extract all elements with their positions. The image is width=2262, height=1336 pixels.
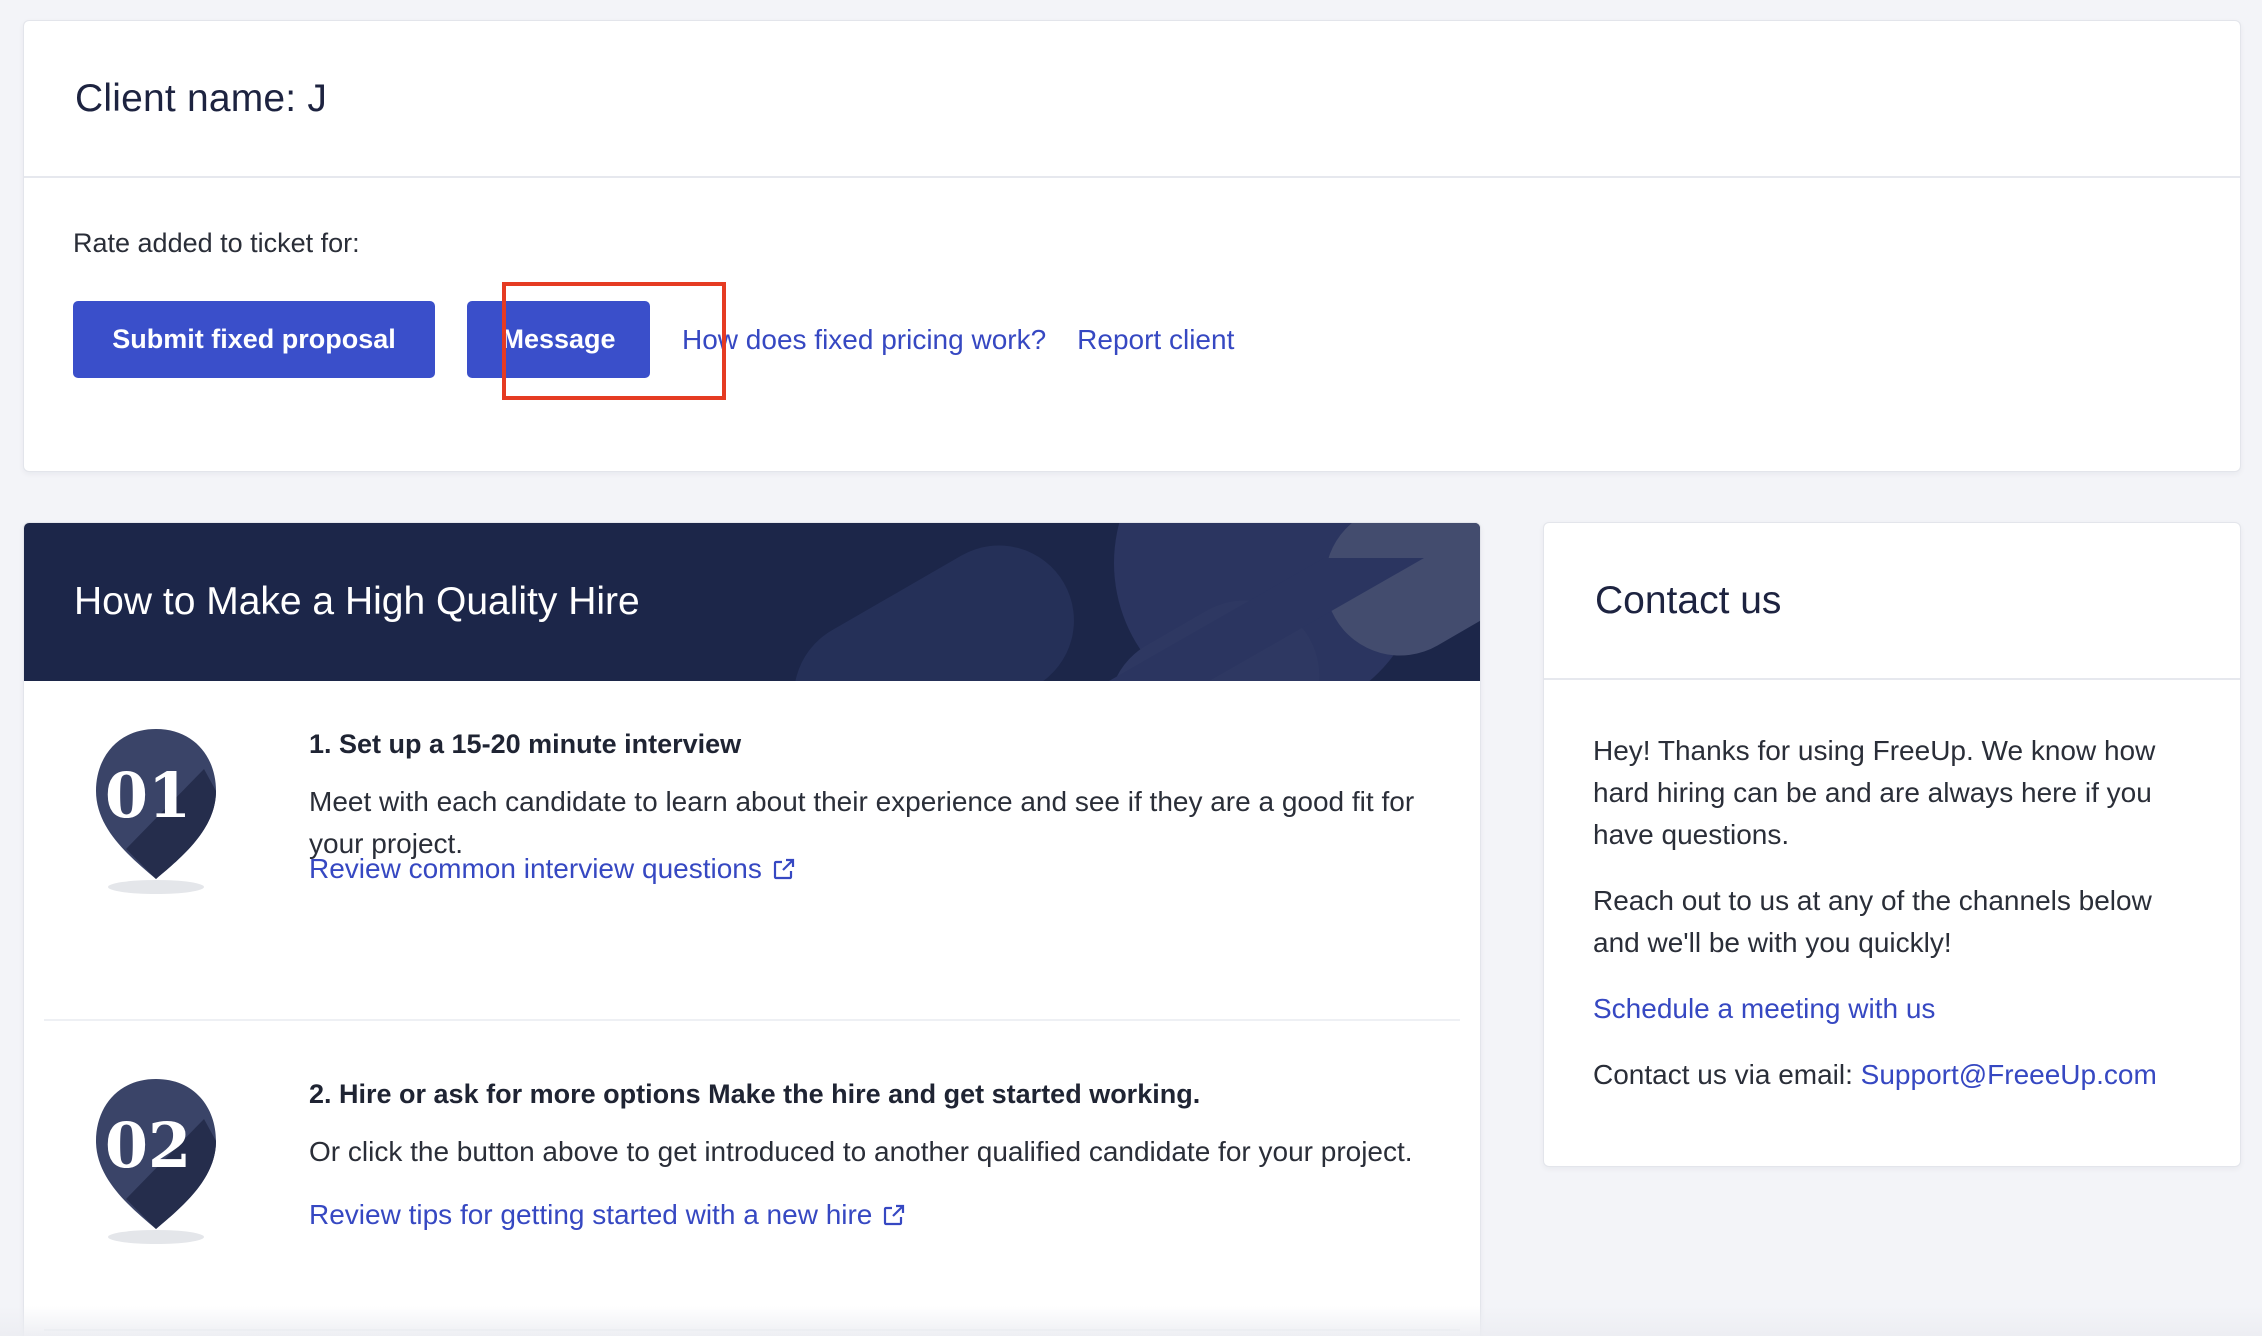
schedule-meeting-link[interactable]: Schedule a meeting with us xyxy=(1593,993,1935,1024)
step-title: 1. Set up a 15-20 minute interview xyxy=(309,729,742,759)
hire-step-2: 02 2. Hire or ask for more options Make … xyxy=(24,1031,1480,1336)
fixed-pricing-link[interactable]: How does fixed pricing work? xyxy=(682,324,1046,356)
interview-questions-link[interactable]: Review common interview questions xyxy=(309,853,796,885)
step-number-1: 01 xyxy=(105,759,191,832)
hire-guide-header: How to Make a High Quality Hire xyxy=(24,523,1480,681)
contact-email-label: Contact us via email: xyxy=(1593,1059,1861,1090)
action-row: Submit fixed proposal Message How does f… xyxy=(73,282,2240,400)
client-card-body: Rate added to ticket for: Submit fixed p… xyxy=(24,178,2240,400)
client-card: Client name: J Rate added to ticket for:… xyxy=(23,20,2241,472)
bottom-fade xyxy=(0,1306,2262,1336)
step-description: Or click the button above to get introdu… xyxy=(309,1136,1413,1167)
hire-step-1: 01 1. Set up a 15-20 minute interview Me… xyxy=(24,681,1480,1031)
step-link-label: Review tips for getting started with a n… xyxy=(309,1199,873,1230)
client-name-title: Client name: J xyxy=(75,76,328,120)
new-hire-tips-link[interactable]: Review tips for getting started with a n… xyxy=(309,1199,906,1231)
report-client-link[interactable]: Report client xyxy=(1077,324,1234,356)
contact-card-header: Contact us xyxy=(1544,523,2240,680)
contact-card: Contact us Hey! Thanks for using FreeUp.… xyxy=(1543,522,2241,1167)
step-divider xyxy=(44,1019,1460,1021)
message-highlight-box xyxy=(502,282,726,400)
hire-guide-card: How to Make a High Quality Hire 01 1. Se… xyxy=(23,522,1481,1336)
step-number-pin-icon: 02 xyxy=(96,1079,216,1244)
step-link-label: Review common interview questions xyxy=(309,853,762,884)
step-number-2: 02 xyxy=(105,1109,191,1182)
contact-card-body: Hey! Thanks for using FreeUp. We know ho… xyxy=(1544,680,2240,1096)
external-link-icon xyxy=(884,1204,905,1226)
contact-reach-out: Reach out to us at any of the channels b… xyxy=(1593,885,2152,958)
hire-guide-title: How to Make a High Quality Hire xyxy=(74,580,640,623)
external-link-icon xyxy=(773,858,794,880)
contact-title: Contact us xyxy=(1595,578,1782,622)
contact-email-line: Contact us via email: Support@FreeeUp.co… xyxy=(1593,1054,2200,1096)
rate-label: Rate added to ticket for: xyxy=(73,228,360,258)
client-card-header: Client name: J xyxy=(24,21,2240,178)
support-email-link[interactable]: Support@FreeeUp.com xyxy=(1861,1059,2157,1090)
step-number-pin-icon: 01 xyxy=(96,729,216,894)
submit-fixed-proposal-button[interactable]: Submit fixed proposal xyxy=(73,301,435,378)
contact-intro: Hey! Thanks for using FreeUp. We know ho… xyxy=(1593,735,2156,850)
step-title: 2. Hire or ask for more options Make the… xyxy=(309,1079,1201,1109)
